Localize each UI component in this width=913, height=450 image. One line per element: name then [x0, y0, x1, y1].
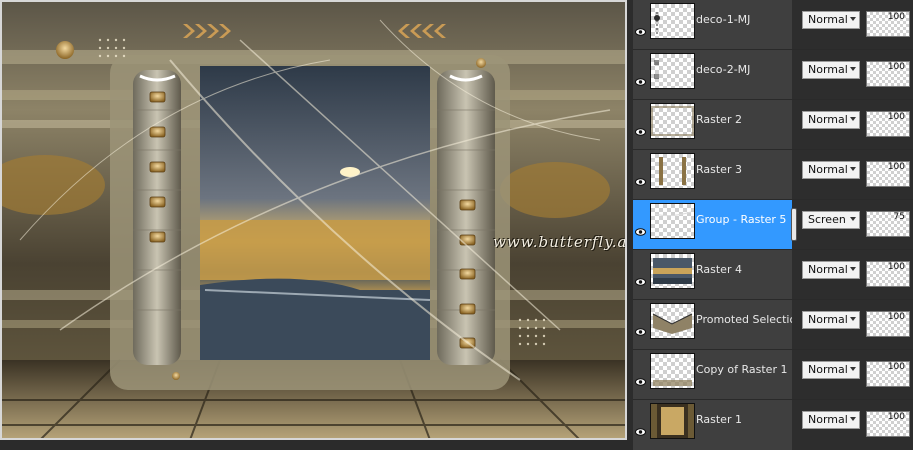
- layer-properties: Normal 100: [792, 300, 913, 350]
- blend-mode-value: Normal: [808, 263, 848, 276]
- opacity-field[interactable]: 100: [866, 11, 910, 37]
- blend-mode-value: Screen: [808, 213, 846, 226]
- layer-properties: Normal 100: [792, 250, 913, 300]
- layer-row-copy-of-raster-1[interactable]: Copy of Raster 1 Normal 100: [633, 350, 913, 400]
- opacity-field[interactable]: 100: [866, 311, 910, 337]
- layer-row-promoted-selection[interactable]: Promoted Selection Normal 100: [633, 300, 913, 350]
- layer-thumbnail[interactable]: [650, 103, 695, 139]
- eye-icon[interactable]: [635, 328, 646, 336]
- opacity-value: 100: [887, 12, 905, 22]
- chevron-down-icon: [850, 367, 856, 371]
- blend-mode-value: Normal: [808, 313, 848, 326]
- opacity-field[interactable]: 100: [866, 411, 910, 437]
- layer-thumbnail[interactable]: [650, 253, 695, 289]
- blend-mode-select[interactable]: Screen: [802, 211, 860, 229]
- blend-mode-value: Normal: [808, 163, 848, 176]
- chevron-down-icon: [850, 17, 856, 21]
- opacity-field[interactable]: 75: [866, 211, 910, 237]
- opacity-value: 100: [887, 412, 905, 422]
- eye-icon[interactable]: [635, 228, 646, 236]
- opacity-field[interactable]: 100: [866, 261, 910, 287]
- layer-name[interactable]: Group - Raster 5: [696, 213, 786, 226]
- opacity-value: 100: [887, 62, 905, 72]
- layer-properties: Normal 100: [792, 100, 913, 150]
- layer-name[interactable]: Raster 2: [696, 113, 742, 126]
- blend-mode-select[interactable]: Normal: [802, 161, 860, 179]
- eye-icon[interactable]: [635, 28, 646, 36]
- layer-row-raster-4[interactable]: Raster 4 Normal 100: [633, 250, 913, 300]
- layer-properties: Normal 100: [792, 400, 913, 450]
- layer-row-raster-3[interactable]: Raster 3 Normal 100: [633, 150, 913, 200]
- eye-icon[interactable]: [635, 428, 646, 436]
- layers-panel: deco-1-MJ Normal 100 deco-2-MJ Normal 10…: [633, 0, 913, 450]
- opacity-value: 100: [887, 162, 905, 172]
- layer-properties: Normal 100: [792, 0, 913, 50]
- chevron-down-icon: [850, 417, 856, 421]
- layer-thumbnail[interactable]: [650, 53, 695, 89]
- watermark-text: www.butterfly.ado.br - Maria José: [493, 233, 627, 251]
- chevron-down-icon: [850, 317, 856, 321]
- opacity-field[interactable]: 100: [866, 161, 910, 187]
- opacity-value: 100: [887, 362, 905, 372]
- blend-mode-value: Normal: [808, 363, 848, 376]
- blend-mode-value: Normal: [808, 113, 848, 126]
- eye-icon[interactable]: [635, 128, 646, 136]
- opacity-field[interactable]: 100: [866, 111, 910, 137]
- blend-mode-select[interactable]: Normal: [802, 11, 860, 29]
- layer-name[interactable]: Raster 3: [696, 163, 742, 176]
- layer-thumbnail[interactable]: [650, 353, 695, 389]
- chevron-down-icon: [850, 67, 856, 71]
- layer-name[interactable]: deco-1-MJ: [696, 13, 750, 26]
- blend-mode-select[interactable]: Normal: [802, 411, 860, 429]
- opacity-field[interactable]: 100: [866, 361, 910, 387]
- blend-mode-value: Normal: [808, 63, 848, 76]
- layer-properties: Normal 100: [792, 350, 913, 400]
- eye-icon[interactable]: [635, 278, 646, 286]
- layer-expand-handle[interactable]: [791, 208, 797, 241]
- opacity-value: 100: [887, 262, 905, 272]
- chevron-down-icon: [850, 117, 856, 121]
- layer-thumbnail[interactable]: [650, 303, 695, 339]
- layer-row-deco-2-mj[interactable]: deco-2-MJ Normal 100: [633, 50, 913, 100]
- eye-icon[interactable]: [635, 378, 646, 386]
- opacity-value: 75: [893, 212, 905, 222]
- layer-name[interactable]: Copy of Raster 1: [696, 363, 787, 376]
- layer-row-raster-2[interactable]: Raster 2 Normal 100: [633, 100, 913, 150]
- chevron-down-icon: [850, 167, 856, 171]
- layer-thumbnail[interactable]: [650, 203, 695, 239]
- image-canvas[interactable]: www.butterfly.ado.br - Maria José: [0, 0, 627, 440]
- layer-properties: Normal 100: [792, 150, 913, 200]
- layer-name[interactable]: deco-2-MJ: [696, 63, 750, 76]
- layer-thumbnail[interactable]: [650, 403, 695, 439]
- eye-icon[interactable]: [635, 78, 646, 86]
- layer-row-group-raster-5[interactable]: Group - Raster 5 Screen 75: [633, 200, 913, 250]
- artwork-image: [0, 0, 627, 440]
- layer-name[interactable]: Raster 1: [696, 413, 742, 426]
- chevron-down-icon: [850, 217, 856, 221]
- layer-thumbnail[interactable]: [650, 153, 695, 189]
- opacity-field[interactable]: 100: [866, 61, 910, 87]
- layer-name[interactable]: Promoted Selection: [696, 313, 803, 326]
- blend-mode-select[interactable]: Normal: [802, 61, 860, 79]
- blend-mode-select[interactable]: Normal: [802, 261, 860, 279]
- blend-mode-value: Normal: [808, 413, 848, 426]
- eye-icon[interactable]: [635, 178, 646, 186]
- blend-mode-select[interactable]: Normal: [802, 361, 860, 379]
- layer-name[interactable]: Raster 4: [696, 263, 742, 276]
- opacity-value: 100: [887, 312, 905, 322]
- blend-mode-value: Normal: [808, 13, 848, 26]
- layer-properties: Normal 100: [792, 50, 913, 100]
- blend-mode-select[interactable]: Normal: [802, 111, 860, 129]
- layer-row-raster-1[interactable]: Raster 1 Normal 100: [633, 400, 913, 450]
- opacity-value: 100: [887, 112, 905, 122]
- chevron-down-icon: [850, 267, 856, 271]
- blend-mode-select[interactable]: Normal: [802, 311, 860, 329]
- layer-properties: Screen 75: [792, 200, 913, 250]
- layer-row-deco-1-mj[interactable]: deco-1-MJ Normal 100: [633, 0, 913, 50]
- layer-thumbnail[interactable]: [650, 3, 695, 39]
